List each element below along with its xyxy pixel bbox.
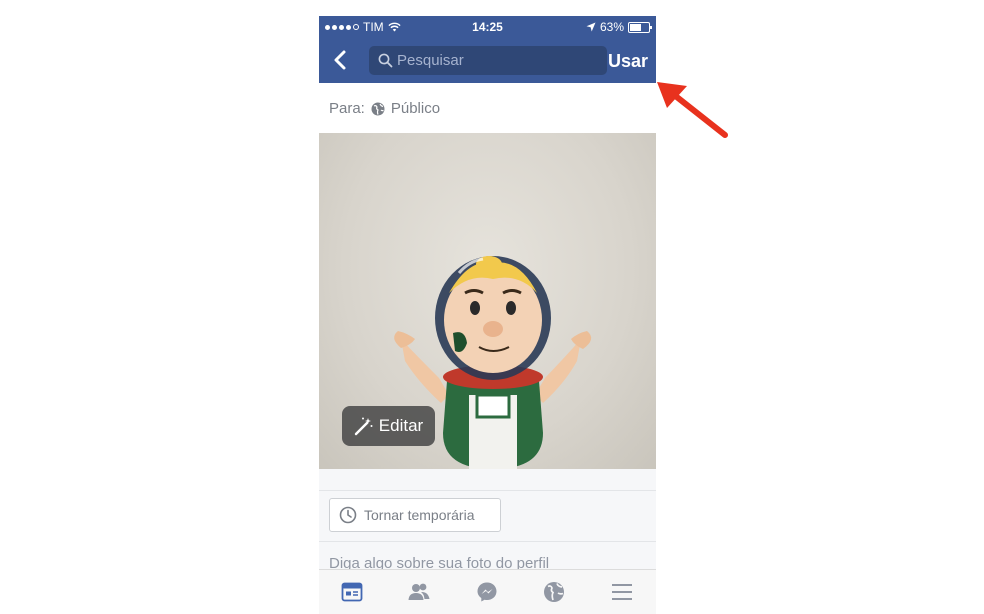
make-temporary-button[interactable]: Tornar temporária [329, 498, 501, 532]
status-bar: TIM 14:25 63% [319, 16, 656, 38]
audience-selector[interactable]: Para: Público [329, 100, 440, 117]
tab-bar [319, 569, 656, 614]
search-input[interactable] [397, 46, 602, 75]
make-temporary-label: Tornar temporária [364, 507, 475, 523]
nav-bar: Usar [319, 38, 656, 83]
clock-icon [339, 506, 357, 524]
magic-wand-icon [354, 417, 373, 436]
audience-label: Para: [329, 100, 365, 117]
messenger-icon[interactable] [475, 580, 499, 604]
divider [319, 541, 656, 542]
edit-photo-button[interactable]: Editar [342, 406, 435, 446]
divider [319, 490, 656, 491]
back-chevron-icon[interactable] [329, 48, 353, 72]
location-arrow-icon [586, 22, 596, 32]
search-icon [378, 53, 393, 68]
battery-percent: 63% [599, 20, 624, 34]
news-feed-icon[interactable] [340, 580, 364, 604]
use-button[interactable]: Usar [608, 51, 648, 72]
battery-fill [630, 23, 642, 31]
battery-icon [628, 21, 652, 33]
search-box[interactable] [369, 46, 607, 75]
annotation-arrow-icon [657, 82, 728, 138]
edit-label: Editar [378, 416, 424, 435]
profile-photo: Editar [319, 133, 656, 469]
globe-icon[interactable] [542, 580, 566, 604]
audience-value: Público [390, 100, 441, 117]
phone-screen: TIM 14:25 63% Pesquisar Usar Para: Públi… [319, 16, 656, 614]
post-options: Tornar temporária Diga algo sobre sua fo… [319, 469, 656, 572]
friends-icon[interactable] [407, 580, 431, 604]
menu-icon[interactable] [610, 580, 634, 604]
globe-icon [371, 102, 385, 115]
status-right: 63% [586, 20, 652, 34]
